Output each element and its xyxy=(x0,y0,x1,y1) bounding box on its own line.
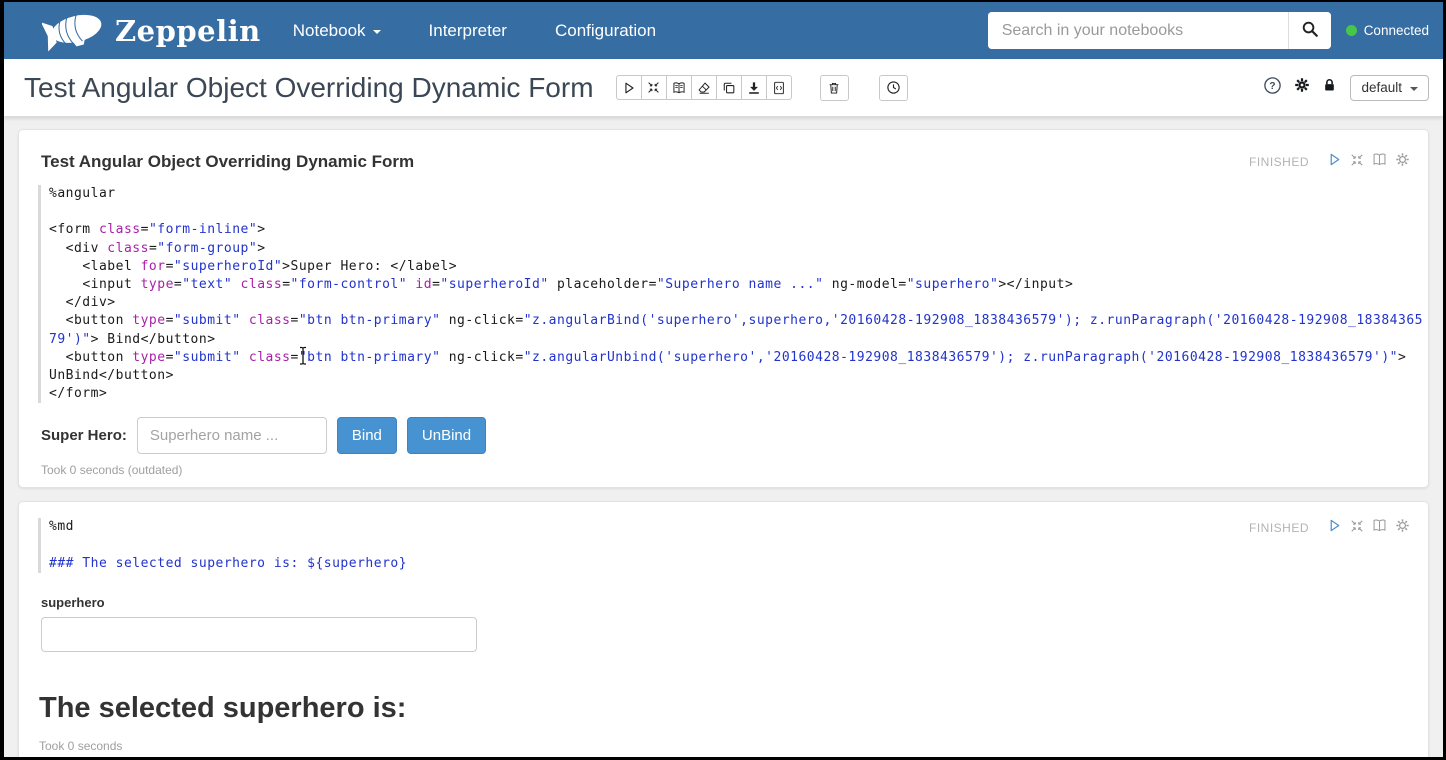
book-icon xyxy=(672,81,686,95)
paragraph-controls: FINISHED xyxy=(1249,152,1410,172)
nav-notebook-label: Notebook xyxy=(293,21,366,41)
gear-icon xyxy=(1294,77,1310,98)
note-toolbar: Test Angular Object Overriding Dynamic F… xyxy=(4,59,1443,117)
nav-interpreter[interactable]: Interpreter xyxy=(429,21,507,41)
paragraph-controls: FINISHED xyxy=(1249,518,1410,538)
search-button[interactable] xyxy=(1288,12,1331,49)
paragraph-status: FINISHED xyxy=(1249,521,1309,535)
clone-icon xyxy=(722,81,736,95)
interpreter-binding-label: default xyxy=(1361,80,1402,95)
code-editor[interactable]: %angular<form class="form-inline"> <div … xyxy=(38,185,1425,403)
connection-label: Connected xyxy=(1364,23,1429,38)
superhero-dynamic-input[interactable] xyxy=(41,617,477,652)
trash-icon xyxy=(827,81,841,95)
search-icon xyxy=(1301,20,1319,41)
window-frame: Zeppelin Notebook Interpreter Configurat… xyxy=(0,0,1446,760)
play-icon xyxy=(622,81,636,95)
caret-down-icon xyxy=(1410,87,1418,91)
brand-name: Zeppelin xyxy=(115,14,261,48)
collapse-icon xyxy=(1350,519,1364,538)
markdown-output-heading: The selected superhero is: xyxy=(39,692,1428,725)
show-hide-output-button[interactable] xyxy=(666,75,692,100)
paragraph-title[interactable]: Test Angular Object Overriding Dynamic F… xyxy=(41,152,414,172)
export-note-button[interactable] xyxy=(741,75,767,100)
search-input[interactable] xyxy=(988,12,1288,49)
zeppelin-airship-icon xyxy=(42,7,115,54)
paragraph-header: Test Angular Object Overriding Dynamic F… xyxy=(19,130,1428,172)
eraser-icon xyxy=(697,81,711,95)
paragraph-status: FINISHED xyxy=(1249,155,1309,169)
note-title[interactable]: Test Angular Object Overriding Dynamic F… xyxy=(24,72,594,104)
paragraph-settings-button[interactable] xyxy=(1395,152,1410,172)
clock-icon xyxy=(886,80,901,95)
play-icon xyxy=(1327,518,1342,538)
navbar: Zeppelin Notebook Interpreter Configurat… xyxy=(4,2,1443,59)
superhero-name-input[interactable] xyxy=(137,417,327,454)
paragraph-markdown: FINISHED xyxy=(18,501,1429,757)
code-editor[interactable]: %md### The selected superhero is: ${supe… xyxy=(38,518,1425,573)
interpreter-binding-dropdown[interactable]: default xyxy=(1350,75,1429,101)
nav-links: Notebook Interpreter Configuration xyxy=(293,21,704,41)
paragraph-elapsed-time: Took 0 seconds xyxy=(39,739,1428,753)
angular-output-form: Super Hero: Bind UnBind xyxy=(41,417,1428,454)
book-icon xyxy=(1372,518,1387,538)
note-action-group xyxy=(616,75,792,100)
download-icon xyxy=(747,81,761,95)
collapse-icon xyxy=(1350,153,1364,172)
lock-icon xyxy=(1322,77,1337,98)
book-icon xyxy=(1372,152,1387,172)
note-content: Test Angular Object Overriding Dynamic F… xyxy=(4,117,1443,757)
run-paragraph-button[interactable] xyxy=(1327,152,1342,172)
play-icon xyxy=(1327,152,1342,172)
caret-down-icon xyxy=(373,30,381,34)
code-file-icon xyxy=(772,81,786,95)
superhero-form-label: Super Hero: xyxy=(41,427,127,444)
notebook-search xyxy=(988,12,1331,49)
delete-note-button[interactable] xyxy=(820,75,849,101)
version-control-button[interactable] xyxy=(766,75,792,100)
zeppelin-app: Zeppelin Notebook Interpreter Configurat… xyxy=(4,2,1443,757)
svg-text:?: ? xyxy=(1270,81,1276,92)
nav-notebook[interactable]: Notebook xyxy=(293,21,381,41)
scheduler-button[interactable] xyxy=(879,75,908,101)
connection-status: Connected xyxy=(1346,23,1429,38)
unbind-button[interactable]: UnBind xyxy=(407,417,486,454)
help-icon: ? xyxy=(1263,76,1282,100)
dynamic-form-label: superhero xyxy=(41,595,1428,610)
run-paragraph-button[interactable] xyxy=(1327,518,1342,538)
gear-icon xyxy=(1395,152,1410,172)
show-editor-button[interactable] xyxy=(1372,152,1387,172)
paragraph-angular: Test Angular Object Overriding Dynamic F… xyxy=(18,129,1429,488)
gear-icon xyxy=(1395,518,1410,538)
note-right-controls: ? xyxy=(1251,75,1429,101)
note-permissions-button[interactable] xyxy=(1322,77,1337,98)
collapse-paragraph-button[interactable] xyxy=(1350,153,1364,172)
clear-output-button[interactable] xyxy=(691,75,717,100)
paragraph-elapsed-time: Took 0 seconds (outdated) xyxy=(41,463,1428,477)
collapse-paragraph-button[interactable] xyxy=(1350,519,1364,538)
show-editor-button[interactable] xyxy=(1372,518,1387,538)
collapse-icon xyxy=(647,81,660,94)
note-settings-button[interactable] xyxy=(1294,77,1310,98)
run-all-paragraphs-button[interactable] xyxy=(616,75,642,100)
nav-configuration[interactable]: Configuration xyxy=(555,21,656,41)
connected-dot-icon xyxy=(1346,25,1357,36)
home-link[interactable]: Zeppelin xyxy=(42,7,261,54)
bind-button[interactable]: Bind xyxy=(337,417,397,454)
shortcut-help-button[interactable]: ? xyxy=(1263,76,1282,100)
show-hide-code-button[interactable] xyxy=(641,75,667,100)
clone-note-button[interactable] xyxy=(716,75,742,100)
paragraph-settings-button[interactable] xyxy=(1395,518,1410,538)
